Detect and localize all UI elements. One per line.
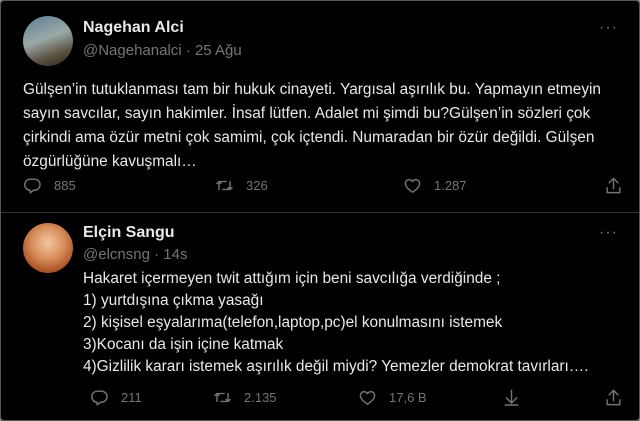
retweet-button[interactable]: 2.135 <box>213 388 277 407</box>
retweet-button[interactable]: 326 <box>215 176 268 195</box>
avatar[interactable] <box>23 223 73 273</box>
analytics-button[interactable] <box>502 388 521 407</box>
tweet-elcin[interactable]: Elçin Sangu @elcnsng · 14s ··· Hakaret i… <box>1 212 639 421</box>
handle-text: @elcnsng <box>83 246 150 263</box>
like-button[interactable]: 17,6 B <box>358 388 427 407</box>
handle-text: @Nagehanalci <box>83 42 182 59</box>
like-icon <box>358 388 377 407</box>
reply-count: 211 <box>121 390 142 405</box>
tweet-text: Hakaret içermeyen twit attığım için beni… <box>83 270 589 375</box>
reply-button[interactable]: 211 <box>90 388 142 407</box>
retweet-count: 2.135 <box>244 390 277 405</box>
separator: · <box>185 42 191 59</box>
timestamp[interactable]: 25 Ağu <box>195 42 242 59</box>
more-options-icon[interactable]: ··· <box>599 19 618 37</box>
like-count: 17,6 B <box>389 390 427 405</box>
share-icon <box>604 388 623 407</box>
like-count: 1.287 <box>434 178 467 193</box>
timestamp[interactable]: 14s <box>163 246 187 263</box>
reply-icon <box>23 176 42 195</box>
tweet-text: Gülşen’in tutuklanması tam bir hukuk cin… <box>23 81 601 170</box>
author-handle[interactable]: @elcnsng · 14s <box>83 246 187 263</box>
share-button[interactable] <box>604 388 623 407</box>
analytics-icon <box>502 388 521 407</box>
author-name[interactable]: Nagehan Alci <box>83 19 184 37</box>
author-handle[interactable]: @Nagehanalci · 25 Ağu <box>83 42 242 59</box>
reply-icon <box>90 388 109 407</box>
tweet-nagehan[interactable]: Nagehan Alci @Nagehanalci · 25 Ağu ··· G… <box>1 1 639 212</box>
tweet-thread: Nagehan Alci @Nagehanalci · 25 Ağu ··· G… <box>0 0 640 421</box>
avatar[interactable] <box>23 16 73 66</box>
retweet-count: 326 <box>246 178 268 193</box>
like-icon <box>403 176 422 195</box>
reply-count: 885 <box>54 178 76 193</box>
separator: · <box>154 246 160 263</box>
author-name[interactable]: Elçin Sangu <box>83 224 175 242</box>
like-button[interactable]: 1.287 <box>403 176 467 195</box>
share-icon <box>604 176 623 195</box>
share-button[interactable] <box>604 176 623 195</box>
retweet-icon <box>213 388 232 407</box>
retweet-icon <box>215 176 234 195</box>
more-options-icon[interactable]: ··· <box>599 224 618 242</box>
reply-button[interactable]: 885 <box>23 176 76 195</box>
